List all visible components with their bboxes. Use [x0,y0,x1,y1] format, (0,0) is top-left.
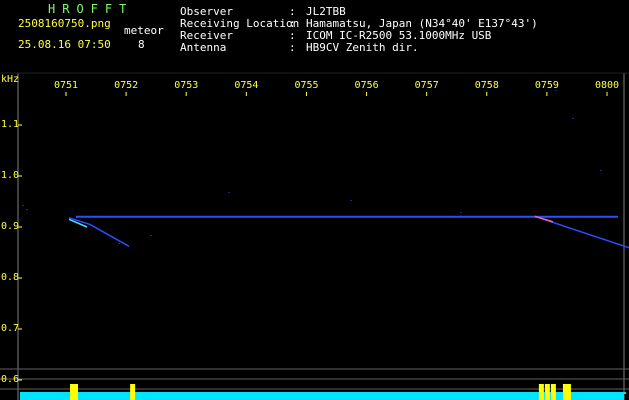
y-tick-label: 1.0 [1,170,20,181]
noise-speck [600,170,602,171]
signal-level-ripple [416,392,419,394]
x-tick-label: 0751 [54,80,79,91]
signal-level-ripple [560,392,563,394]
signal-level-ripple [470,392,473,394]
y-tick-label: 0.9 [1,221,20,232]
noise-speck [150,235,152,236]
signal-level-ripple [263,392,266,394]
signal-level-ripple [335,392,338,394]
x-tick-label: 0753 [174,80,199,91]
signal-level-ripple [434,392,437,394]
signal-level-ripple [29,392,32,394]
x-tick-label: 0752 [114,80,139,91]
signal-level-ripple [488,392,491,394]
signal-level-ripple [101,392,104,394]
y-tick-label: 0.7 [1,323,20,334]
signal-level-ripple [137,392,140,394]
noise-speck [228,192,230,193]
signal-level-ripple [398,392,401,394]
signal-level-ripple [227,392,230,394]
x-tick-label: 0757 [414,80,439,91]
signal-level-ripple [182,392,185,394]
signal-level-ripple [587,392,590,394]
x-tick-label: 0758 [474,80,499,91]
signal-level-ripple [218,392,221,394]
spectrogram-plot [0,72,629,400]
signal-level-ripple [326,392,329,394]
meteor-trace [68,217,130,248]
signal-level-ripple [425,392,428,394]
signal-level-ripple [200,392,203,394]
signal-level-ripple [38,392,41,394]
signal-level-ripple [299,392,302,394]
x-tick-label: 0756 [354,80,379,91]
signal-level-ripple [83,392,86,394]
signal-level-ripple [110,392,113,394]
signal-level-ripple [533,392,536,394]
signal-level-ripple [452,392,455,394]
signal-level-ripple [56,392,59,394]
signal-level-ripple [623,392,626,394]
signal-level-ripple [497,392,500,394]
signal-level-ripple [290,392,293,394]
signal-level-peak [73,384,79,400]
signal-level-ripple [245,392,248,394]
signal-level-ripple [92,392,95,394]
signal-level-ripple [155,392,158,394]
signal-level-peak [544,384,550,400]
signal-level-ripple [164,392,167,394]
signal-level-ripple [389,392,392,394]
signal-level-ripple [461,392,464,394]
signal-level-ripple [317,392,320,394]
noise-speck [350,200,352,201]
signal-level-ripple [254,392,257,394]
signal-level-ripple [191,392,194,394]
signal-level-ripple [578,392,581,394]
signal-level-ripple [65,392,68,394]
y-axis-unit: kHz [1,74,20,85]
signal-level-ripple [371,392,374,394]
noise-speck [26,209,28,210]
signal-level-ripple [344,392,347,394]
signal-level-peak [130,384,136,400]
signal-level-ripple [353,392,356,394]
signal-level-ripple [281,392,284,394]
signal-level-ripple [479,392,482,394]
y-tick-label: 0.6 [1,374,20,385]
signal-level-ripple [506,392,509,394]
signal-level-ripple [173,392,176,394]
signal-level-ripple [272,392,275,394]
signal-level-ripple [596,392,599,394]
signal-level-ripple [47,392,50,394]
noise-speck [118,243,120,244]
noise-speck [22,205,24,206]
signal-level-ripple [605,392,608,394]
x-tick-label: 0755 [294,80,319,91]
signal-level-peak [550,384,556,400]
signal-level-ripple [443,392,446,394]
signal-level-ripple [380,392,383,394]
signal-level-ripple [614,392,617,394]
y-tick-label: 0.8 [1,272,20,283]
signal-level-ripple [308,392,311,394]
x-tick-label: 0759 [534,80,559,91]
signal-level-ripple [119,392,122,394]
signal-level-ripple [524,392,527,394]
signal-level-ripple [515,392,518,394]
signal-level-peak [565,384,571,400]
signal-level-ripple [146,392,149,394]
signal-level-ripple [209,392,212,394]
x-tick-label: 0754 [234,80,259,91]
signal-level-ripple [362,392,365,394]
signal-level-ripple [20,392,23,394]
signal-level-ripple [407,392,410,394]
x-tick-label: 0800 [595,80,620,91]
noise-speck [572,118,574,119]
signal-level-ripple [236,392,239,394]
signal-level-peak [538,384,544,400]
noise-speck [460,212,462,213]
y-tick-label: 1.1 [1,119,20,130]
